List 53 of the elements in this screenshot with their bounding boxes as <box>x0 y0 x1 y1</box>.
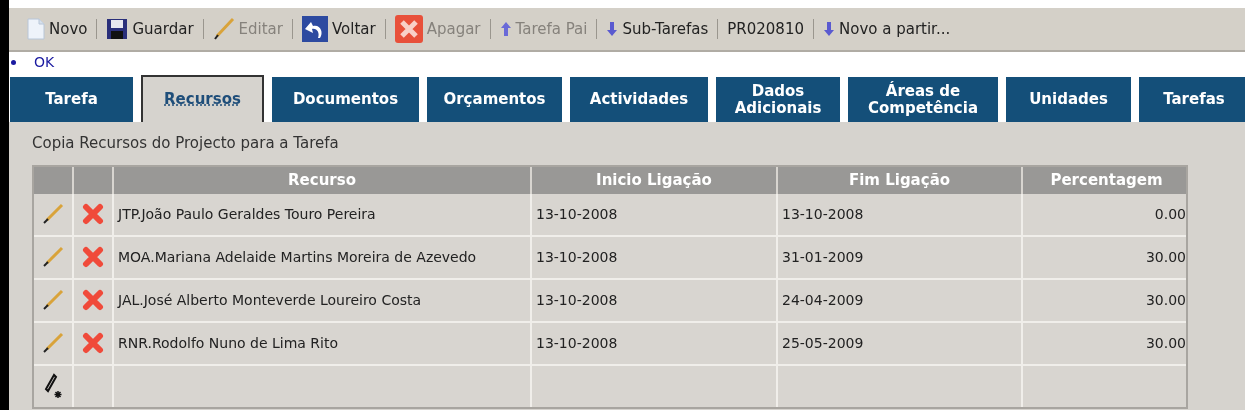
delete-icon[interactable] <box>82 203 104 225</box>
table-cell-text: 30.00 <box>1145 247 1186 267</box>
table-cell-text: 13-10-2008 <box>536 333 618 353</box>
delete-icon[interactable] <box>82 332 104 354</box>
toolbar-button[interactable]: PR020810 <box>727 17 804 41</box>
table-cell-text: MOA.Mariana Adelaide Martins Moreira de Azevedo <box>118 247 477 267</box>
tab[interactable]: Tarefa <box>10 77 133 122</box>
pencil-icon <box>212 17 235 41</box>
table-cell-text: 30.00 <box>1145 333 1186 353</box>
table-cell-text: 13-10-2008 <box>536 204 618 224</box>
toolbar-button[interactable]: Novo a partir... <box>823 17 951 41</box>
column-header: Recurso <box>288 169 356 191</box>
copy-resources-link[interactable]: Copia Recursos do Projecto para a Tarefa <box>32 132 1245 155</box>
delete-icon[interactable] <box>82 246 104 268</box>
bullet-icon <box>11 60 16 65</box>
toolbar-button[interactable]: Sub-Tarefas <box>606 17 709 41</box>
tab[interactable]: Actividades <box>570 77 708 122</box>
tab[interactable]: Orçamentos <box>427 77 562 122</box>
status-message: OK <box>34 53 55 72</box>
down-arrow-icon <box>606 21 619 37</box>
column-header: Inicio Ligação <box>596 169 712 191</box>
toolbar-button[interactable]: Novo <box>27 17 88 41</box>
tab[interactable]: Documentos <box>272 77 419 122</box>
table-cell-text: 31-01-2009 <box>782 247 864 267</box>
tab[interactable]: Áreas de Competência <box>848 77 998 122</box>
up-arrow-icon <box>499 21 512 37</box>
table-cell-text: 13-10-2008 <box>536 290 618 310</box>
table-cell-text: RNR.Rodolfo Nuno de Lima Rito <box>118 333 339 353</box>
table-cell-text: 13-10-2008 <box>536 247 618 267</box>
edit-pencil-icon[interactable] <box>42 203 64 225</box>
toolbar-button[interactable]: Guardar <box>106 17 194 41</box>
tab[interactable]: Recursos <box>141 75 264 122</box>
column-header: Percentagem <box>1050 169 1163 191</box>
tab[interactable]: Dados Adicionais <box>716 77 840 122</box>
edit-pencil-icon[interactable] <box>42 289 64 311</box>
table-cell-text: 30.00 <box>1145 290 1186 310</box>
edit-pencil-icon[interactable] <box>42 332 64 354</box>
document-icon <box>27 18 45 40</box>
edit-pencil-icon[interactable] <box>42 246 64 268</box>
table-cell-text: JTP.João Paulo Geraldes Touro Pereira <box>118 204 376 224</box>
delete-icon[interactable] <box>82 289 104 311</box>
tab[interactable]: Tarefas <box>1139 77 1245 122</box>
table-cell-text: 25-05-2009 <box>782 333 864 353</box>
tab[interactable]: Unidades <box>1006 77 1131 122</box>
table-cell-text: 24-04-2009 <box>782 290 864 310</box>
table-cell-text: JAL.José Alberto Monteverde Loureiro Costa <box>118 290 422 310</box>
table-cell-text: 13-10-2008 <box>782 204 864 224</box>
new-row-pencil-icon[interactable] <box>42 373 64 399</box>
toolbar-button[interactable]: Voltar <box>302 16 376 42</box>
delete-icon <box>394 15 423 43</box>
down-arrow-icon <box>823 21 835 37</box>
table-cell-text: 0.00 <box>1154 204 1186 224</box>
column-header: Fim Ligação <box>848 169 951 191</box>
